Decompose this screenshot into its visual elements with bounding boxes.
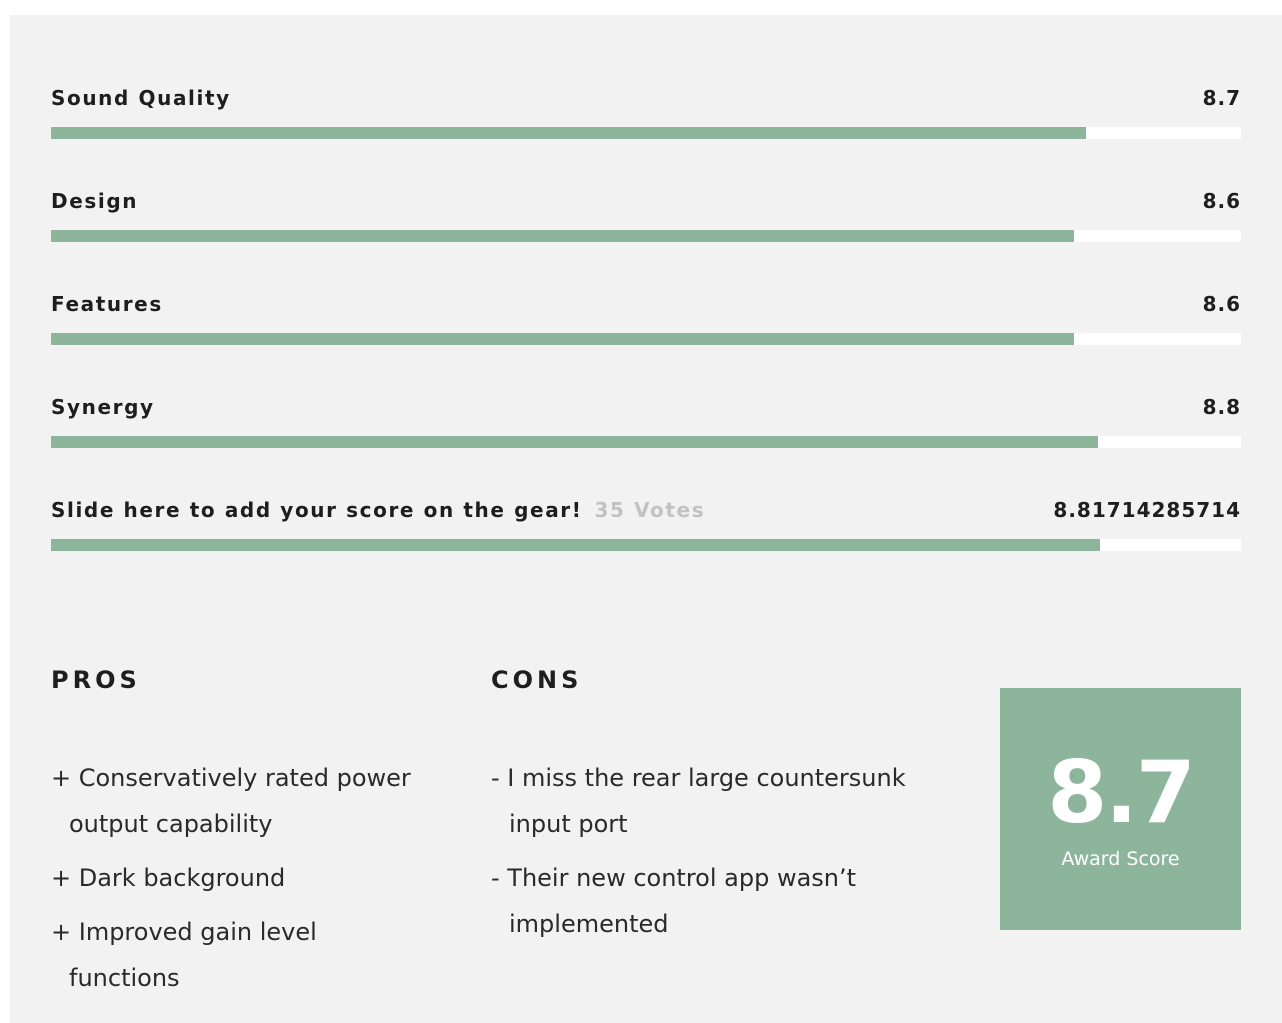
pros-item: + Conservatively rated power output capa… — [51, 764, 411, 838]
rating-design: Design 8.6 — [51, 189, 1241, 242]
award-score-value: 8.7 — [1047, 743, 1195, 843]
cons-item: - Their new control app wasn’t implement… — [491, 864, 857, 938]
rating-features: Features 8.6 — [51, 292, 1241, 345]
user-rating-slider[interactable] — [51, 539, 1241, 551]
rating-label: Design — [51, 189, 139, 213]
review-panel: Sound Quality 8.7 Design 8.6 Features 8.… — [10, 15, 1282, 1023]
user-rating-prompt: Slide here to add your score on the gear… — [51, 498, 583, 522]
rating-sound-quality: Sound Quality 8.7 — [51, 86, 1241, 139]
rating-value: 8.6 — [1202, 292, 1241, 316]
rating-bar-fill — [51, 127, 1087, 139]
rating-value: 8.7 — [1202, 86, 1241, 110]
votes-count: 35 Votes — [594, 498, 706, 522]
award-score-label: Award Score — [1061, 848, 1180, 870]
rating-value: 8.8 — [1202, 395, 1241, 419]
rating-bar-track — [51, 436, 1241, 448]
award-score-box: 8.7 Award Score — [1000, 688, 1241, 930]
pros-item: + Dark background — [51, 864, 286, 892]
rating-label: Features — [51, 292, 163, 316]
rating-bar-track — [51, 230, 1241, 242]
rating-bar-track — [51, 127, 1241, 139]
cons-item: - I miss the rear large countersunk inpu… — [491, 764, 906, 838]
user-rating-label: Slide here to add your score on the gear… — [51, 498, 705, 522]
cons-list: - I miss the rear large countersunk inpu… — [491, 755, 911, 955]
rating-label: Synergy — [51, 395, 155, 419]
rating-label: Sound Quality — [51, 86, 231, 110]
pros-title: PROS — [51, 666, 141, 694]
rating-bar-fill — [51, 333, 1075, 345]
pros-list: + Conservatively rated power output capa… — [51, 755, 421, 1009]
user-rating: Slide here to add your score on the gear… — [51, 498, 1241, 551]
rating-value: 8.6 — [1202, 189, 1241, 213]
rating-bar-fill — [51, 230, 1075, 242]
pros-item: + Improved gain level functions — [51, 918, 317, 992]
rating-bar-fill — [51, 436, 1099, 448]
user-rating-slider-fill[interactable] — [51, 539, 1101, 551]
rating-bar-track — [51, 333, 1241, 345]
user-rating-value: 8.81714285714 — [1053, 498, 1241, 522]
cons-title: CONS — [491, 666, 583, 694]
rating-synergy: Synergy 8.8 — [51, 395, 1241, 448]
